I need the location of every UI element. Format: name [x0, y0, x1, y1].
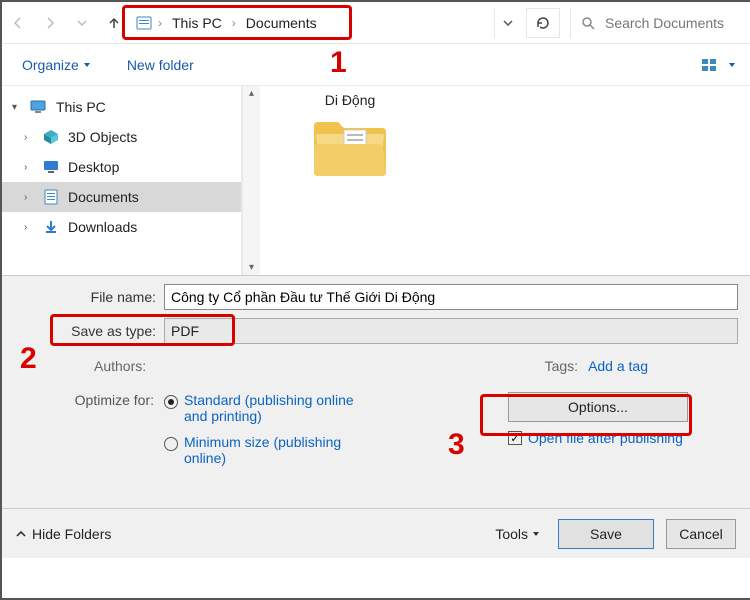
options-button-label: Options... — [568, 399, 628, 415]
breadcrumb[interactable]: › This PC › Documents — [130, 8, 488, 38]
nav-forward-button[interactable] — [34, 2, 66, 44]
caret-right-icon: › — [24, 222, 34, 233]
view-icon — [702, 57, 726, 73]
scroll-down-icon: ▾ — [249, 262, 254, 273]
radio-standard-label: Standard (publishing online and printing… — [184, 392, 354, 424]
save-button-label: Save — [590, 526, 622, 542]
chevron-down-icon — [77, 18, 87, 28]
options-button[interactable]: Options... — [508, 392, 688, 422]
caret-right-icon: › — [24, 162, 34, 173]
pc-icon — [30, 99, 48, 115]
chevron-right-icon: › — [156, 16, 164, 30]
folder-icon — [310, 114, 390, 180]
tags-label: Tags: — [545, 358, 578, 374]
filename-input[interactable] — [164, 284, 738, 310]
tree-label: Desktop — [68, 159, 119, 175]
chevron-up-icon — [16, 529, 26, 539]
authors-label: Authors: — [94, 358, 174, 374]
nav-bar: › This PC › Documents — [2, 2, 750, 44]
nav-back-button[interactable] — [2, 2, 34, 44]
save-panel: File name: Save as type: PDF 2 Authors: … — [2, 276, 750, 558]
radio-icon — [164, 395, 178, 409]
caret-down-icon: ▾ — [12, 102, 22, 113]
optimize-section: Optimize for: Standard (publishing onlin… — [14, 392, 738, 476]
tree-label: Downloads — [68, 219, 137, 235]
desktop-icon — [42, 159, 60, 175]
tools-label: Tools — [495, 526, 528, 542]
view-options-button[interactable] — [702, 57, 736, 73]
file-item[interactable]: Di Động — [300, 92, 400, 183]
cancel-button-label: Cancel — [679, 526, 723, 542]
new-folder-button[interactable]: New folder — [121, 53, 200, 77]
tree-item-desktop[interactable]: › Desktop — [2, 152, 241, 182]
chevron-right-icon: › — [230, 16, 238, 30]
savetype-row: Save as type: PDF — [14, 318, 738, 344]
tree-label: This PC — [56, 99, 106, 115]
cube-icon — [42, 129, 60, 145]
arrow-up-icon — [107, 16, 121, 30]
downloads-icon — [42, 219, 60, 235]
caret-right-icon: › — [24, 132, 34, 143]
organize-label: Organize — [22, 57, 79, 73]
organize-menu[interactable]: Organize — [16, 53, 97, 77]
filename-label: File name: — [14, 289, 164, 305]
checkbox-icon: ✓ — [508, 431, 522, 445]
options-column: Options... 3 ✓ Open file after publishin… — [478, 392, 738, 476]
chevron-down-icon — [532, 530, 540, 538]
hide-folders-label: Hide Folders — [32, 526, 111, 542]
scroll-up-icon: ▴ — [249, 88, 254, 99]
radio-minimum[interactable]: Minimum size (publishing online) — [164, 434, 478, 466]
arrow-right-icon — [43, 16, 57, 30]
search-input[interactable] — [603, 14, 733, 32]
meta-row: Authors: Tags: Add a tag — [14, 358, 738, 374]
breadcrumb-item[interactable]: This PC — [168, 13, 226, 33]
savetype-label: Save as type: — [14, 323, 164, 339]
nav-tree: ▾ This PC › 3D Objects › Desktop › D — [2, 86, 242, 275]
save-button[interactable]: Save — [558, 519, 654, 549]
new-folder-label: New folder — [127, 57, 194, 73]
radio-icon — [164, 437, 178, 451]
hide-folders-button[interactable]: Hide Folders — [16, 526, 111, 542]
savetype-combo[interactable]: PDF — [164, 318, 738, 344]
tree-scrollbar[interactable]: ▴ ▾ — [242, 86, 260, 275]
refresh-icon — [535, 15, 551, 31]
chevron-down-icon — [503, 18, 513, 28]
tree-item-3d-objects[interactable]: › 3D Objects — [2, 122, 241, 152]
nav-recent-button[interactable] — [66, 2, 98, 44]
tags-add-link[interactable]: Add a tag — [588, 358, 648, 374]
tree-item-downloads[interactable]: › Downloads — [2, 212, 241, 242]
filename-row: File name: — [14, 284, 738, 310]
optimize-label: Optimize for: — [14, 392, 164, 476]
breadcrumb-item[interactable]: Documents — [242, 13, 321, 33]
chevron-down-icon — [83, 61, 91, 69]
search-icon — [581, 16, 595, 30]
content-area: ▾ This PC › 3D Objects › Desktop › D — [2, 86, 750, 276]
dialog-footer: Hide Folders Tools Save Cancel — [2, 508, 750, 558]
radio-standard[interactable]: Standard (publishing online and printing… — [164, 392, 478, 424]
tree-label: 3D Objects — [68, 129, 137, 145]
tree-item-documents[interactable]: › Documents — [2, 182, 241, 212]
file-pane[interactable]: Di Động — [260, 86, 750, 275]
tree-item-this-pc[interactable]: ▾ This PC — [2, 92, 241, 122]
address-dropdown-button[interactable] — [494, 8, 520, 38]
chevron-down-icon — [728, 61, 736, 69]
radio-minimum-label: Minimum size (publishing online) — [184, 434, 354, 466]
refresh-button[interactable] — [526, 8, 560, 38]
tree-label: Documents — [68, 189, 139, 205]
savetype-value: PDF — [171, 323, 199, 339]
file-item-label: Di Động — [300, 92, 400, 108]
nav-up-button[interactable] — [98, 2, 130, 44]
tools-menu[interactable]: Tools — [495, 526, 540, 542]
documents-icon — [42, 189, 60, 205]
open-after-checkbox-row[interactable]: ✓ Open file after publishing — [508, 430, 738, 446]
cancel-button[interactable]: Cancel — [666, 519, 736, 549]
command-bar: Organize New folder — [2, 44, 750, 86]
location-folder-icon — [136, 15, 152, 31]
caret-right-icon: › — [24, 192, 34, 203]
open-after-label: Open file after publishing — [528, 430, 683, 446]
search-box[interactable] — [570, 8, 750, 38]
arrow-left-icon — [11, 16, 25, 30]
